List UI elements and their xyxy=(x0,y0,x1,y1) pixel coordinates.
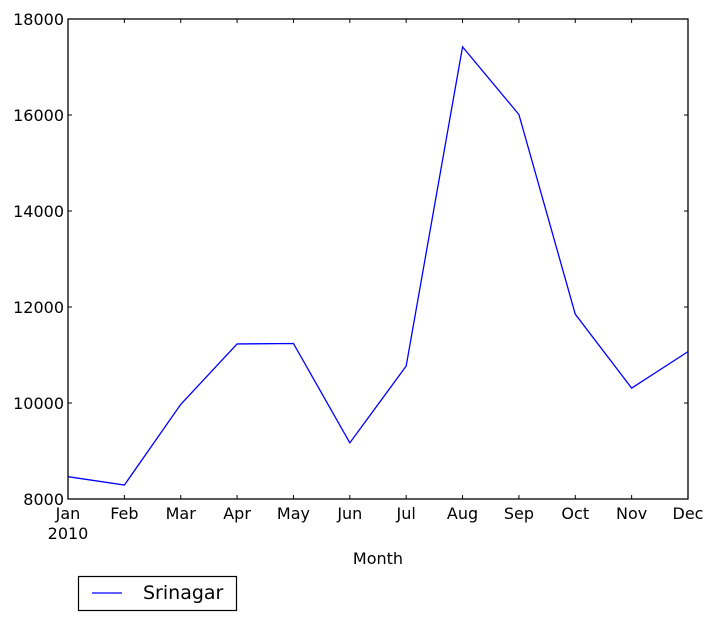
y-tick-label: 18000 xyxy=(13,10,64,29)
y-tick-label: 8000 xyxy=(23,490,64,509)
y-tick-label: 10000 xyxy=(13,394,64,413)
y-tick-label: 16000 xyxy=(13,106,64,125)
plot-background xyxy=(68,19,688,499)
y-tick-label: 12000 xyxy=(13,298,64,317)
x-tick-label: May xyxy=(277,504,310,523)
x-tick-label: Oct xyxy=(561,504,589,523)
x-tick-label: Nov xyxy=(616,504,647,523)
x-tick-label: Apr xyxy=(223,504,251,523)
x-tick-label: Jul xyxy=(396,504,416,523)
x-tick-label: Mar xyxy=(166,504,197,523)
x-tick-label: Sep xyxy=(504,504,534,523)
x-tick-sublabel: 2010 xyxy=(48,524,89,543)
legend: Srinagar xyxy=(77,575,238,612)
x-tick-label: Aug xyxy=(447,504,478,523)
line-chart: Jan Feb Mar Apr May Jun Jul Aug Sep Oct Nov Dec2010… xyxy=(13,10,704,612)
y-tick-label: 14000 xyxy=(13,202,64,221)
x-tick-label: Feb xyxy=(110,504,138,523)
x-tick-label: Jun xyxy=(336,504,362,523)
x-axis-label: Month xyxy=(353,549,403,568)
x-tick-label: Dec xyxy=(673,504,704,523)
plot-area xyxy=(68,19,688,499)
legend-label-srinagar: Srinagar xyxy=(143,582,224,604)
